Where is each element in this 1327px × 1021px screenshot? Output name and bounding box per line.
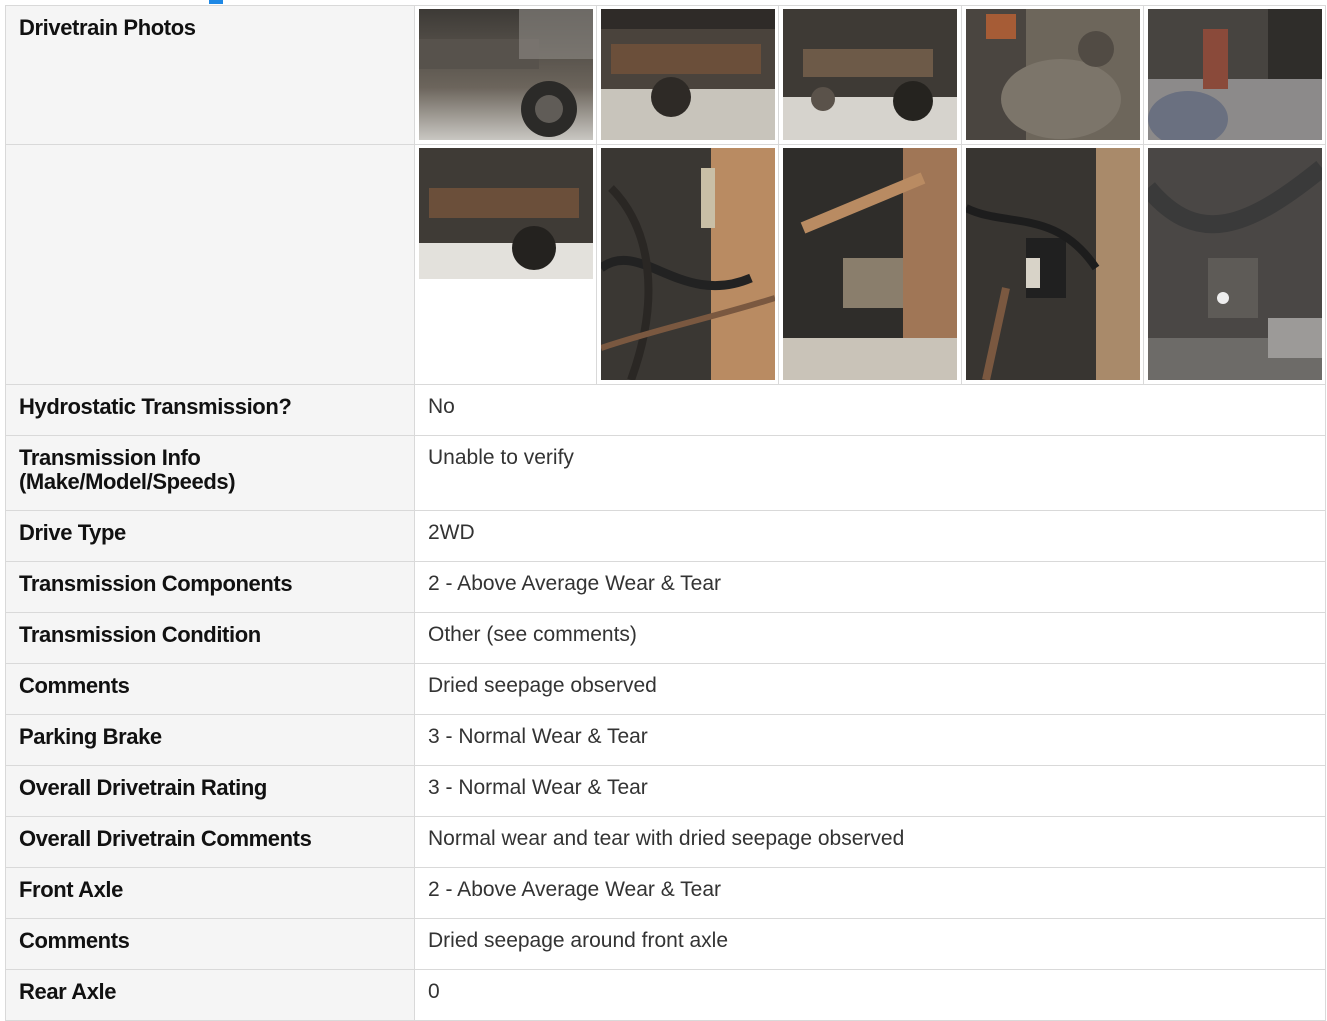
photo-cell[interactable] xyxy=(1142,144,1327,385)
drivetrain-photo-2[interactable] xyxy=(601,9,776,140)
field-row: Parking Brake 3 - Normal Wear & Tear xyxy=(5,714,1326,766)
field-label: Front Axle xyxy=(5,867,415,919)
drivetrain-photo-7[interactable] xyxy=(601,148,776,380)
field-value: 3 - Normal Wear & Tear xyxy=(414,714,1326,766)
field-row: Transmission Condition Other (see commen… xyxy=(5,612,1326,664)
field-value: Normal wear and tear with dried seepage … xyxy=(414,816,1326,868)
field-value: Dried seepage around front axle xyxy=(414,918,1326,970)
drivetrain-photo-3[interactable] xyxy=(783,9,958,140)
field-value: 2 - Above Average Wear & Tear xyxy=(414,867,1326,919)
field-value: 3 - Normal Wear & Tear xyxy=(414,765,1326,817)
field-row: Front Axle 2 - Above Average Wear & Tear xyxy=(5,867,1326,919)
drivetrain-photo-6[interactable] xyxy=(419,148,593,279)
field-label: Overall Drivetrain Rating xyxy=(5,765,415,817)
field-label: Transmission Info (Make/Model/Speeds) xyxy=(5,435,415,511)
drivetrain-photo-1[interactable] xyxy=(419,9,593,140)
photo-cell[interactable] xyxy=(960,144,1144,385)
photo-cell[interactable] xyxy=(960,5,1144,145)
field-value: 2 - Above Average Wear & Tear xyxy=(414,561,1326,613)
field-row: Transmission Info (Make/Model/Speeds) Un… xyxy=(5,435,1326,511)
field-label: Parking Brake xyxy=(5,714,415,766)
drivetrain-table: Drivetrain Photos Hydrostatic Transmissi… xyxy=(5,5,1327,1021)
photos-row-1: Drivetrain Photos xyxy=(5,5,1327,145)
photo-cell[interactable] xyxy=(596,144,780,385)
photo-cell[interactable] xyxy=(1142,5,1327,145)
field-value: Unable to verify xyxy=(414,435,1326,511)
field-label: Comments xyxy=(5,663,415,715)
drivetrain-photo-9[interactable] xyxy=(965,148,1140,380)
field-row: Overall Drivetrain Comments Normal wear … xyxy=(5,816,1326,868)
field-row: Hydrostatic Transmission? No xyxy=(5,384,1326,436)
field-value: Dried seepage observed xyxy=(414,663,1326,715)
drivetrain-photo-5[interactable] xyxy=(1147,9,1322,140)
field-label: Hydrostatic Transmission? xyxy=(5,384,415,436)
photo-cell[interactable] xyxy=(596,5,780,145)
field-label: Rear Axle xyxy=(5,969,415,1021)
field-label: Transmission Components xyxy=(5,561,415,613)
photos-label-empty xyxy=(5,144,415,385)
photo-cell[interactable] xyxy=(413,144,598,385)
drivetrain-photo-4[interactable] xyxy=(965,9,1140,140)
drivetrain-photo-8[interactable] xyxy=(783,148,958,380)
field-row: Overall Drivetrain Rating 3 - Normal Wea… xyxy=(5,765,1326,817)
section-header-fragment xyxy=(209,0,223,4)
field-label: Transmission Condition xyxy=(5,612,415,664)
photos-row-2 xyxy=(5,144,1327,385)
field-row: Comments Dried seepage observed xyxy=(5,663,1326,715)
photo-cell[interactable] xyxy=(778,144,962,385)
field-row: Drive Type 2WD xyxy=(5,510,1326,562)
field-label: Overall Drivetrain Comments xyxy=(5,816,415,868)
field-label: Drive Type xyxy=(5,510,415,562)
field-row: Comments Dried seepage around front axle xyxy=(5,918,1326,970)
drivetrain-photo-10[interactable] xyxy=(1147,148,1322,380)
field-row: Rear Axle 0 xyxy=(5,969,1326,1021)
field-value: 0 xyxy=(414,969,1326,1021)
drivetrain-photos-label: Drivetrain Photos xyxy=(5,5,415,145)
field-value: Other (see comments) xyxy=(414,612,1326,664)
field-value: No xyxy=(414,384,1326,436)
photo-cell[interactable] xyxy=(778,5,962,145)
field-label: Comments xyxy=(5,918,415,970)
field-row: Transmission Components 2 - Above Averag… xyxy=(5,561,1326,613)
photo-cell[interactable] xyxy=(413,5,598,145)
field-value: 2WD xyxy=(414,510,1326,562)
